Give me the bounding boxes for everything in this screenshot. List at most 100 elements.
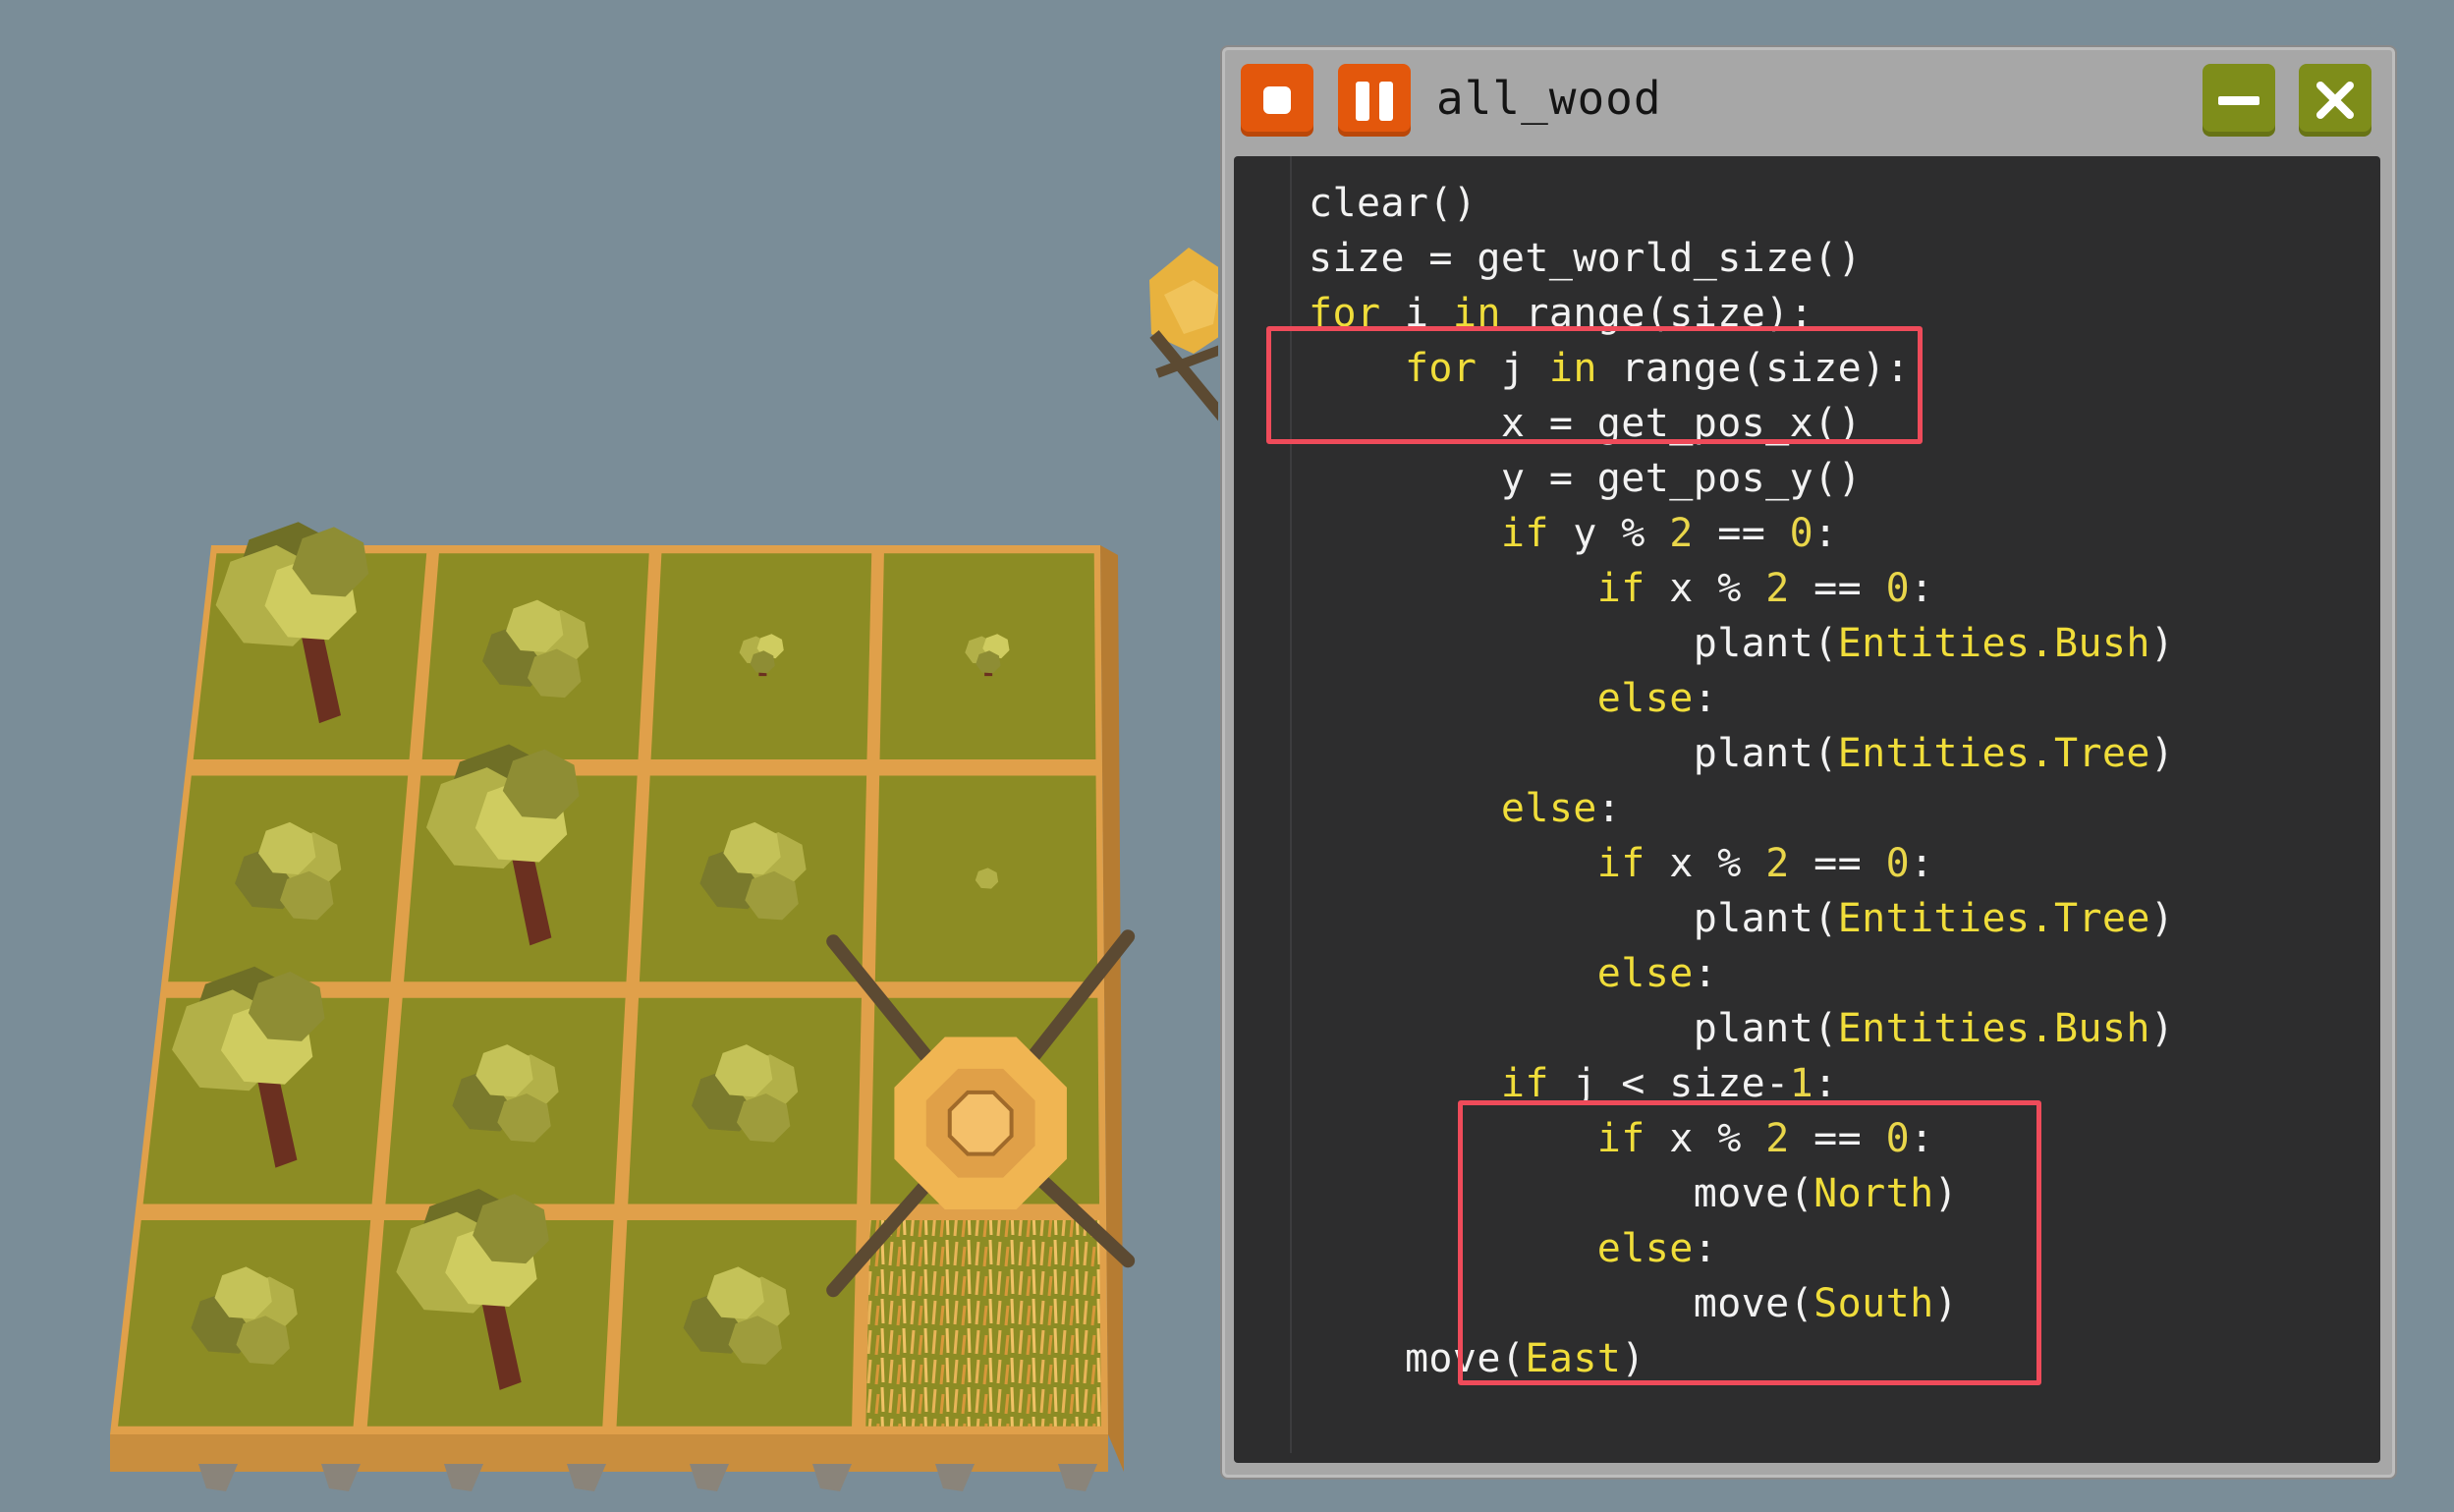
code-line[interactable]: size = get_world_size() [1309, 231, 2174, 286]
code-token: move( [1693, 1281, 1814, 1326]
window-titlebar[interactable]: all_wood [1225, 50, 2392, 156]
code-line[interactable]: clear() [1309, 176, 2174, 231]
code-token: ) [2149, 896, 2175, 941]
code-line[interactable]: x = get_pos_x() [1309, 396, 2174, 451]
code-token: plant( [1693, 621, 1838, 666]
farm-grid [110, 522, 1136, 1491]
code-token: else [1596, 951, 1694, 996]
rock [1058, 1464, 1097, 1491]
code-line[interactable]: move(South) [1309, 1276, 2174, 1331]
window-title: all_wood [1436, 72, 1662, 125]
code-window[interactable]: all_wood clear() size = get_world_size()f… [1222, 47, 2395, 1478]
code-token: if [1500, 511, 1549, 556]
stop-button[interactable] [1241, 64, 1313, 137]
code-token: ) [1933, 1171, 1959, 1216]
code-line[interactable]: move(East) [1309, 1331, 2174, 1386]
code-token: size = get_world_size() [1309, 236, 1863, 281]
code-text[interactable]: clear() size = get_world_size()for i in r… [1309, 176, 2174, 1386]
code-token: == [1789, 841, 1886, 886]
code-line[interactable]: if x % 2 == 0: [1309, 1111, 2174, 1166]
code-token: move( [1404, 1336, 1526, 1381]
stop-icon [1263, 86, 1291, 114]
code-line[interactable]: if j < size-1: [1309, 1056, 2174, 1111]
code-token: y = get_pos_y() [1500, 456, 1863, 501]
code-token: 0 [1885, 566, 1911, 611]
minimize-icon [2218, 96, 2259, 105]
code-line[interactable]: else: [1309, 671, 2174, 726]
drone-icon [947, 1090, 1014, 1156]
pause-button[interactable] [1338, 64, 1411, 137]
code-token: 2 [1765, 566, 1790, 611]
rock [198, 1464, 238, 1491]
code-token: : [1596, 786, 1622, 831]
code-line[interactable]: if x % 2 == 0: [1309, 561, 2174, 616]
code-token: : [1693, 951, 1718, 996]
code-token: if [1596, 566, 1645, 611]
code-token: ) [2149, 731, 2175, 776]
minimize-button[interactable] [2203, 64, 2275, 137]
code-token: in [1452, 291, 1501, 336]
code-token: 0 [1789, 511, 1814, 556]
code-token: x % [1645, 1116, 1766, 1161]
code-token: ) [1933, 1281, 1959, 1326]
farm-scene [110, 248, 1218, 1491]
code-token: x % [1645, 566, 1766, 611]
code-token: South [1813, 1281, 1934, 1326]
code-token: == [1693, 511, 1790, 556]
code-line[interactable]: move(North) [1309, 1166, 2174, 1221]
code-token: : [1813, 511, 1838, 556]
rock [935, 1464, 975, 1491]
rock [567, 1464, 606, 1491]
close-icon [2316, 82, 2354, 119]
code-token: Entities.Tree [1837, 896, 2150, 941]
rock [444, 1464, 483, 1491]
code-token: 1 [1789, 1061, 1814, 1106]
code-token: Entities.Bush [1837, 621, 2150, 666]
code-token: y % [1548, 511, 1670, 556]
code-token: ) [1621, 1336, 1645, 1381]
code-token: else [1596, 676, 1694, 721]
code-token: plant( [1693, 896, 1838, 941]
code-token: if [1596, 841, 1645, 886]
code-token: : [1910, 1116, 1934, 1161]
code-line[interactable]: plant(Entities.Tree) [1309, 891, 2174, 946]
code-line[interactable]: plant(Entities.Bush) [1309, 616, 2174, 671]
code-token: : [1693, 676, 1718, 721]
close-button[interactable] [2299, 64, 2371, 137]
code-token: in [1548, 346, 1597, 391]
code-line[interactable]: plant(Entities.Tree) [1309, 726, 2174, 781]
code-line[interactable]: if y % 2 == 0: [1309, 506, 2174, 561]
code-token: for [1404, 346, 1478, 391]
code-token: North [1813, 1171, 1934, 1216]
code-line[interactable]: else: [1309, 1221, 2174, 1276]
code-line[interactable]: else: [1309, 946, 2174, 1001]
indent-guide [1290, 156, 1292, 1453]
farm-tile [865, 1219, 1101, 1427]
rock [321, 1464, 361, 1491]
code-line[interactable]: else: [1309, 781, 2174, 836]
code-line[interactable]: if x % 2 == 0: [1309, 836, 2174, 891]
code-token: j [1477, 346, 1549, 391]
code-line[interactable]: for j in range(size): [1309, 341, 2174, 396]
code-token: : [1910, 841, 1934, 886]
code-line[interactable]: for i in range(size): [1309, 286, 2174, 341]
code-editor[interactable]: clear() size = get_world_size()for i in r… [1234, 156, 2380, 1463]
code-token: plant( [1693, 1006, 1838, 1051]
code-token: Entities.Tree [1837, 731, 2150, 776]
code-token: j < size- [1548, 1061, 1790, 1106]
code-line[interactable]: plant(Entities.Bush) [1309, 1001, 2174, 1056]
code-token: East [1525, 1336, 1622, 1381]
code-token: range(size): [1596, 346, 1911, 391]
code-token: x = get_pos_x() [1500, 401, 1863, 446]
code-token: == [1789, 566, 1886, 611]
code-token: : [1813, 1061, 1838, 1106]
code-token: x % [1645, 841, 1766, 886]
code-token: i [1380, 291, 1453, 336]
code-token: else [1596, 1226, 1694, 1271]
code-token: : [1693, 1226, 1718, 1271]
code-token: range(size): [1500, 291, 1814, 336]
code-token: move( [1693, 1171, 1814, 1216]
code-line[interactable]: y = get_pos_y() [1309, 451, 2174, 506]
code-token: 2 [1669, 511, 1694, 556]
rock [812, 1464, 852, 1491]
